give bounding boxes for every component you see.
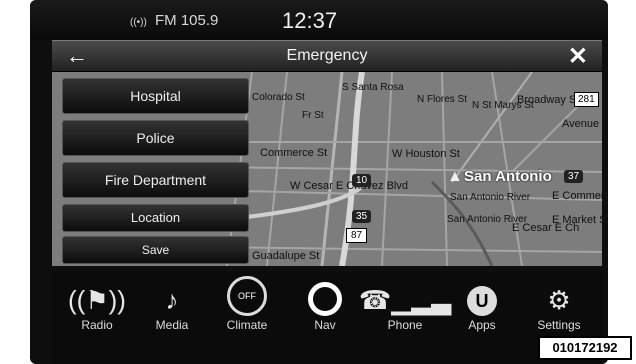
police-button[interactable]: Police	[62, 120, 249, 156]
antenna-icon: ((•))	[130, 17, 147, 28]
settings-icon: ⚙	[547, 285, 571, 315]
status-bar: ((•)) FM 105.9 12:37	[30, 0, 608, 40]
close-icon[interactable]: ✕	[568, 42, 588, 71]
highway-shield: 10	[352, 174, 372, 187]
hospital-button[interactable]: Hospital	[62, 78, 249, 114]
radio-nav-item[interactable]: ((⚑)) Radio	[62, 272, 132, 332]
nav-label: Climate	[226, 318, 268, 332]
head-unit-screen: ((•)) FM 105.9 12:37 ← Emergency ✕ Comme…	[30, 0, 608, 364]
nav-label: Nav	[314, 318, 336, 332]
highway-shield: 35	[352, 210, 372, 223]
page-title: Emergency	[286, 47, 368, 64]
map-label: N St Marys St	[472, 100, 534, 111]
map-label: S Santa Rosa	[342, 82, 404, 93]
apps-nav-item[interactable]: U Apps	[447, 272, 517, 332]
map-label: W Houston St	[392, 148, 460, 160]
map-label: W Cesar E Chavez Blvd	[290, 180, 408, 192]
map-label: N Flores St	[417, 94, 468, 105]
map-label: San Antonio River	[450, 192, 531, 203]
climate-nav-item[interactable]: OFF Climate	[212, 272, 282, 332]
map-label: Guadalupe St	[252, 250, 320, 262]
phone-nav-item[interactable]: ☎▁▂▃ Phone	[358, 272, 452, 332]
radio-station: FM 105.9	[155, 12, 219, 29]
map-label: E Market St	[552, 214, 602, 226]
media-nav-item[interactable]: ♪ Media	[137, 272, 207, 332]
nav-label: Settings	[537, 318, 581, 332]
radio-status: ((•)) FM 105.9	[130, 12, 218, 29]
map-label: E Commerce	[552, 190, 602, 202]
bottom-nav: ((⚑)) Radio ♪ Media OFF Climate Nav ☎▁▂▃…	[52, 272, 602, 364]
nav-label: Media	[155, 318, 189, 332]
phone-icon: ☎▁▂▃	[358, 285, 452, 315]
apps-icon: U	[447, 272, 517, 316]
map-label: Fr St	[302, 110, 324, 121]
save-button[interactable]: Save	[62, 236, 249, 264]
highway-shield: 37	[564, 170, 584, 183]
nav-label: Radio	[81, 318, 113, 332]
clock: 12:37	[282, 8, 338, 33]
location-button[interactable]: Location	[62, 204, 249, 232]
settings-nav-item[interactable]: ⚙ Settings	[524, 272, 594, 332]
map-label: Avenue E	[562, 118, 602, 130]
media-icon: ♪	[165, 285, 179, 315]
fire-department-button[interactable]: Fire Department	[62, 162, 249, 198]
highway-shield: 281	[574, 92, 599, 107]
radio-icon: ((⚑))	[68, 285, 126, 315]
location-arrow-icon: ▲	[447, 168, 463, 185]
highway-shield: 87	[346, 228, 368, 243]
title-bar: ← Emergency ✕	[52, 40, 602, 72]
nav-nav-item[interactable]: Nav	[290, 272, 360, 332]
nav-icon	[290, 272, 360, 316]
map-label: Colorado St	[252, 92, 305, 103]
map-label: Commerce St	[260, 147, 328, 159]
city-label: San Antonio	[464, 168, 552, 185]
climate-off-badge: OFF	[227, 276, 267, 316]
climate-icon: OFF	[212, 272, 282, 316]
nav-label: Apps	[468, 318, 496, 332]
nav-label: Phone	[387, 318, 423, 332]
image-id-label: 010172192	[538, 336, 632, 360]
